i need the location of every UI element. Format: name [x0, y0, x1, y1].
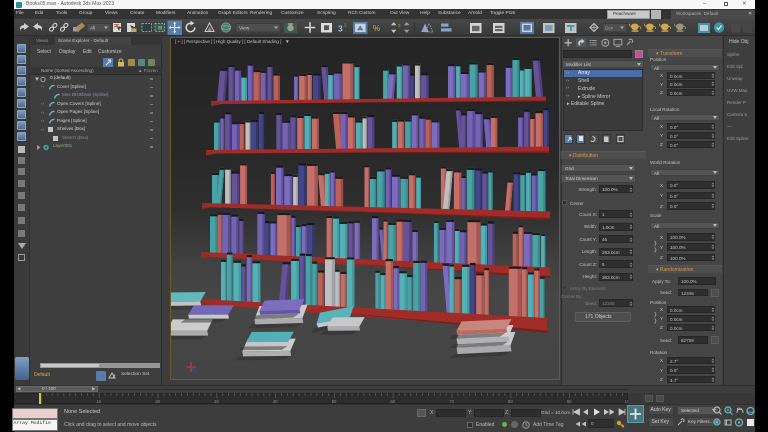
svg-text:10: 10: [96, 399, 101, 404]
svg-text:3: 3: [398, 23, 401, 28]
svg-text:40: 40: [273, 399, 278, 404]
svg-text:80: 80: [508, 399, 513, 404]
svg-text:70: 70: [449, 399, 454, 404]
svg-text:3: 3: [344, 23, 347, 28]
svg-text:20: 20: [155, 399, 160, 404]
svg-text:3: 3: [338, 24, 343, 34]
svg-text:90: 90: [567, 399, 572, 404]
svg-text:Gen: Gen: [605, 25, 614, 30]
svg-text:All: All: [90, 26, 95, 32]
svg-text:30: 30: [214, 399, 219, 404]
svg-text:50: 50: [332, 399, 337, 404]
svg-text:View: View: [239, 26, 250, 32]
svg-text:60: 60: [390, 399, 395, 404]
